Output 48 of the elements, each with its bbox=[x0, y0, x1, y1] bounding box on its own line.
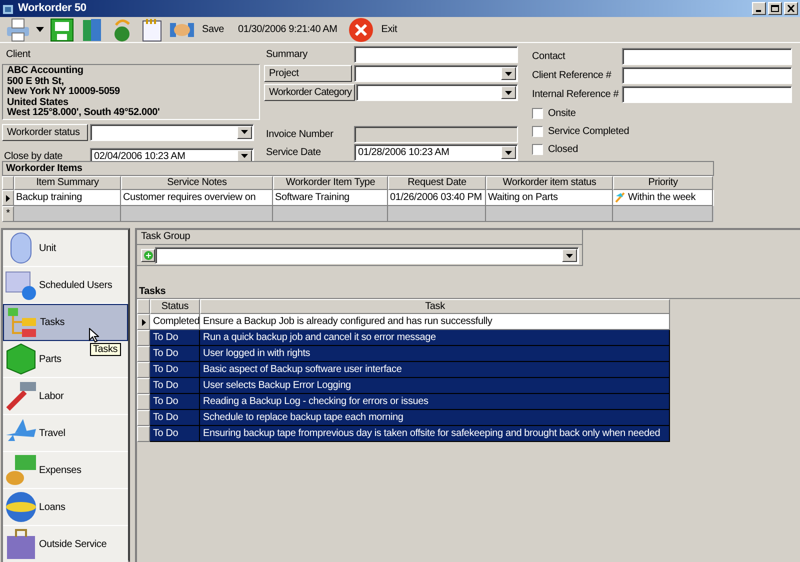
section-header: Tasks bbox=[137, 285, 800, 299]
section-header: Workorder Items bbox=[2, 161, 714, 176]
column-header[interactable]: Request Date bbox=[388, 176, 486, 190]
nav-item[interactable]: Loans bbox=[3, 489, 128, 526]
nav-item[interactable]: Tasks bbox=[3, 304, 128, 341]
task-row[interactable]: To Do User selects Backup Error Logging bbox=[137, 378, 670, 394]
field-label: Internal Reference # bbox=[532, 88, 620, 102]
table-cell: To Do bbox=[150, 426, 200, 442]
column-header[interactable]: Workorder item status bbox=[486, 176, 613, 190]
workorder-status-button[interactable]: Workorder status bbox=[2, 124, 88, 140]
timestamp: 01/30/2006 9:21:40 AM bbox=[238, 23, 338, 37]
field-label: Client bbox=[5, 48, 32, 60]
task-row[interactable]: To Do Basic aspect of Backup software user interface bbox=[137, 362, 670, 378]
exit-button[interactable]: Exit bbox=[349, 18, 398, 42]
column-header[interactable]: Item Summary bbox=[14, 176, 121, 190]
column-header[interactable]: Status bbox=[150, 299, 200, 314]
window-title: Workorder 50 bbox=[18, 1, 86, 16]
new-row-marker: * bbox=[2, 206, 14, 222]
field-label: Close by date bbox=[3, 150, 64, 164]
field-label: Client Reference # bbox=[532, 69, 612, 83]
task-row[interactable]: To Do Ensuring backup tape fromprevious day is taken offsite for safekeeping and brought back only when needed bbox=[137, 426, 670, 442]
task-row[interactable]: To Do Run a quick backup job and cancel it so error message bbox=[137, 330, 670, 346]
task-row[interactable]: To Do Reading a Backup Log - checking for errors or issues bbox=[137, 394, 670, 410]
field-label: Contact bbox=[532, 50, 566, 64]
nav-item[interactable]: Expenses bbox=[3, 452, 128, 489]
client-address: ABC Accounting 500 E 9th St, New York NY 10009-5059 United States West 125°8.000', South 49°52.000' bbox=[2, 64, 260, 120]
column-header[interactable]: Priority bbox=[613, 176, 713, 190]
workorder-category-button[interactable]: Workorder Category bbox=[264, 84, 355, 101]
table-cell: Ensuring backup tape fromprevious day is taken offsite for safekeeping and brought back only when needed bbox=[200, 426, 670, 442]
project-button[interactable]: Project bbox=[264, 65, 352, 82]
field-label: Service Date bbox=[265, 146, 322, 160]
save-button[interactable]: Save bbox=[200, 22, 226, 37]
field-label: Invoice Number bbox=[265, 128, 334, 142]
field-label: Summary bbox=[265, 48, 308, 62]
nav-item[interactable]: Unit bbox=[3, 230, 128, 267]
service-date-combo[interactable]: 01/28/2006 10:23 AM bbox=[354, 144, 518, 161]
column-header[interactable]: Workorder Item Type bbox=[273, 176, 388, 190]
group-label: Task Group bbox=[137, 230, 582, 245]
task-row[interactable]: To Do User logged in with rights bbox=[137, 346, 670, 362]
nav-item[interactable]: Outside Service bbox=[3, 526, 128, 562]
column-header[interactable]: Service Notes bbox=[121, 176, 273, 190]
checkbox-label: Closed bbox=[548, 142, 578, 156]
checkbox-label: Service Completed bbox=[548, 124, 630, 138]
tooltip: Tasks bbox=[90, 343, 121, 356]
task-row[interactable]: Completed Ensure a Backup Job is already configured and has run successfully bbox=[137, 314, 670, 330]
task-row[interactable]: To Do Schedule to replace backup tape each morning bbox=[137, 410, 670, 426]
checkbox-label: Onsite bbox=[548, 106, 576, 120]
column-header[interactable]: Task bbox=[200, 299, 670, 314]
